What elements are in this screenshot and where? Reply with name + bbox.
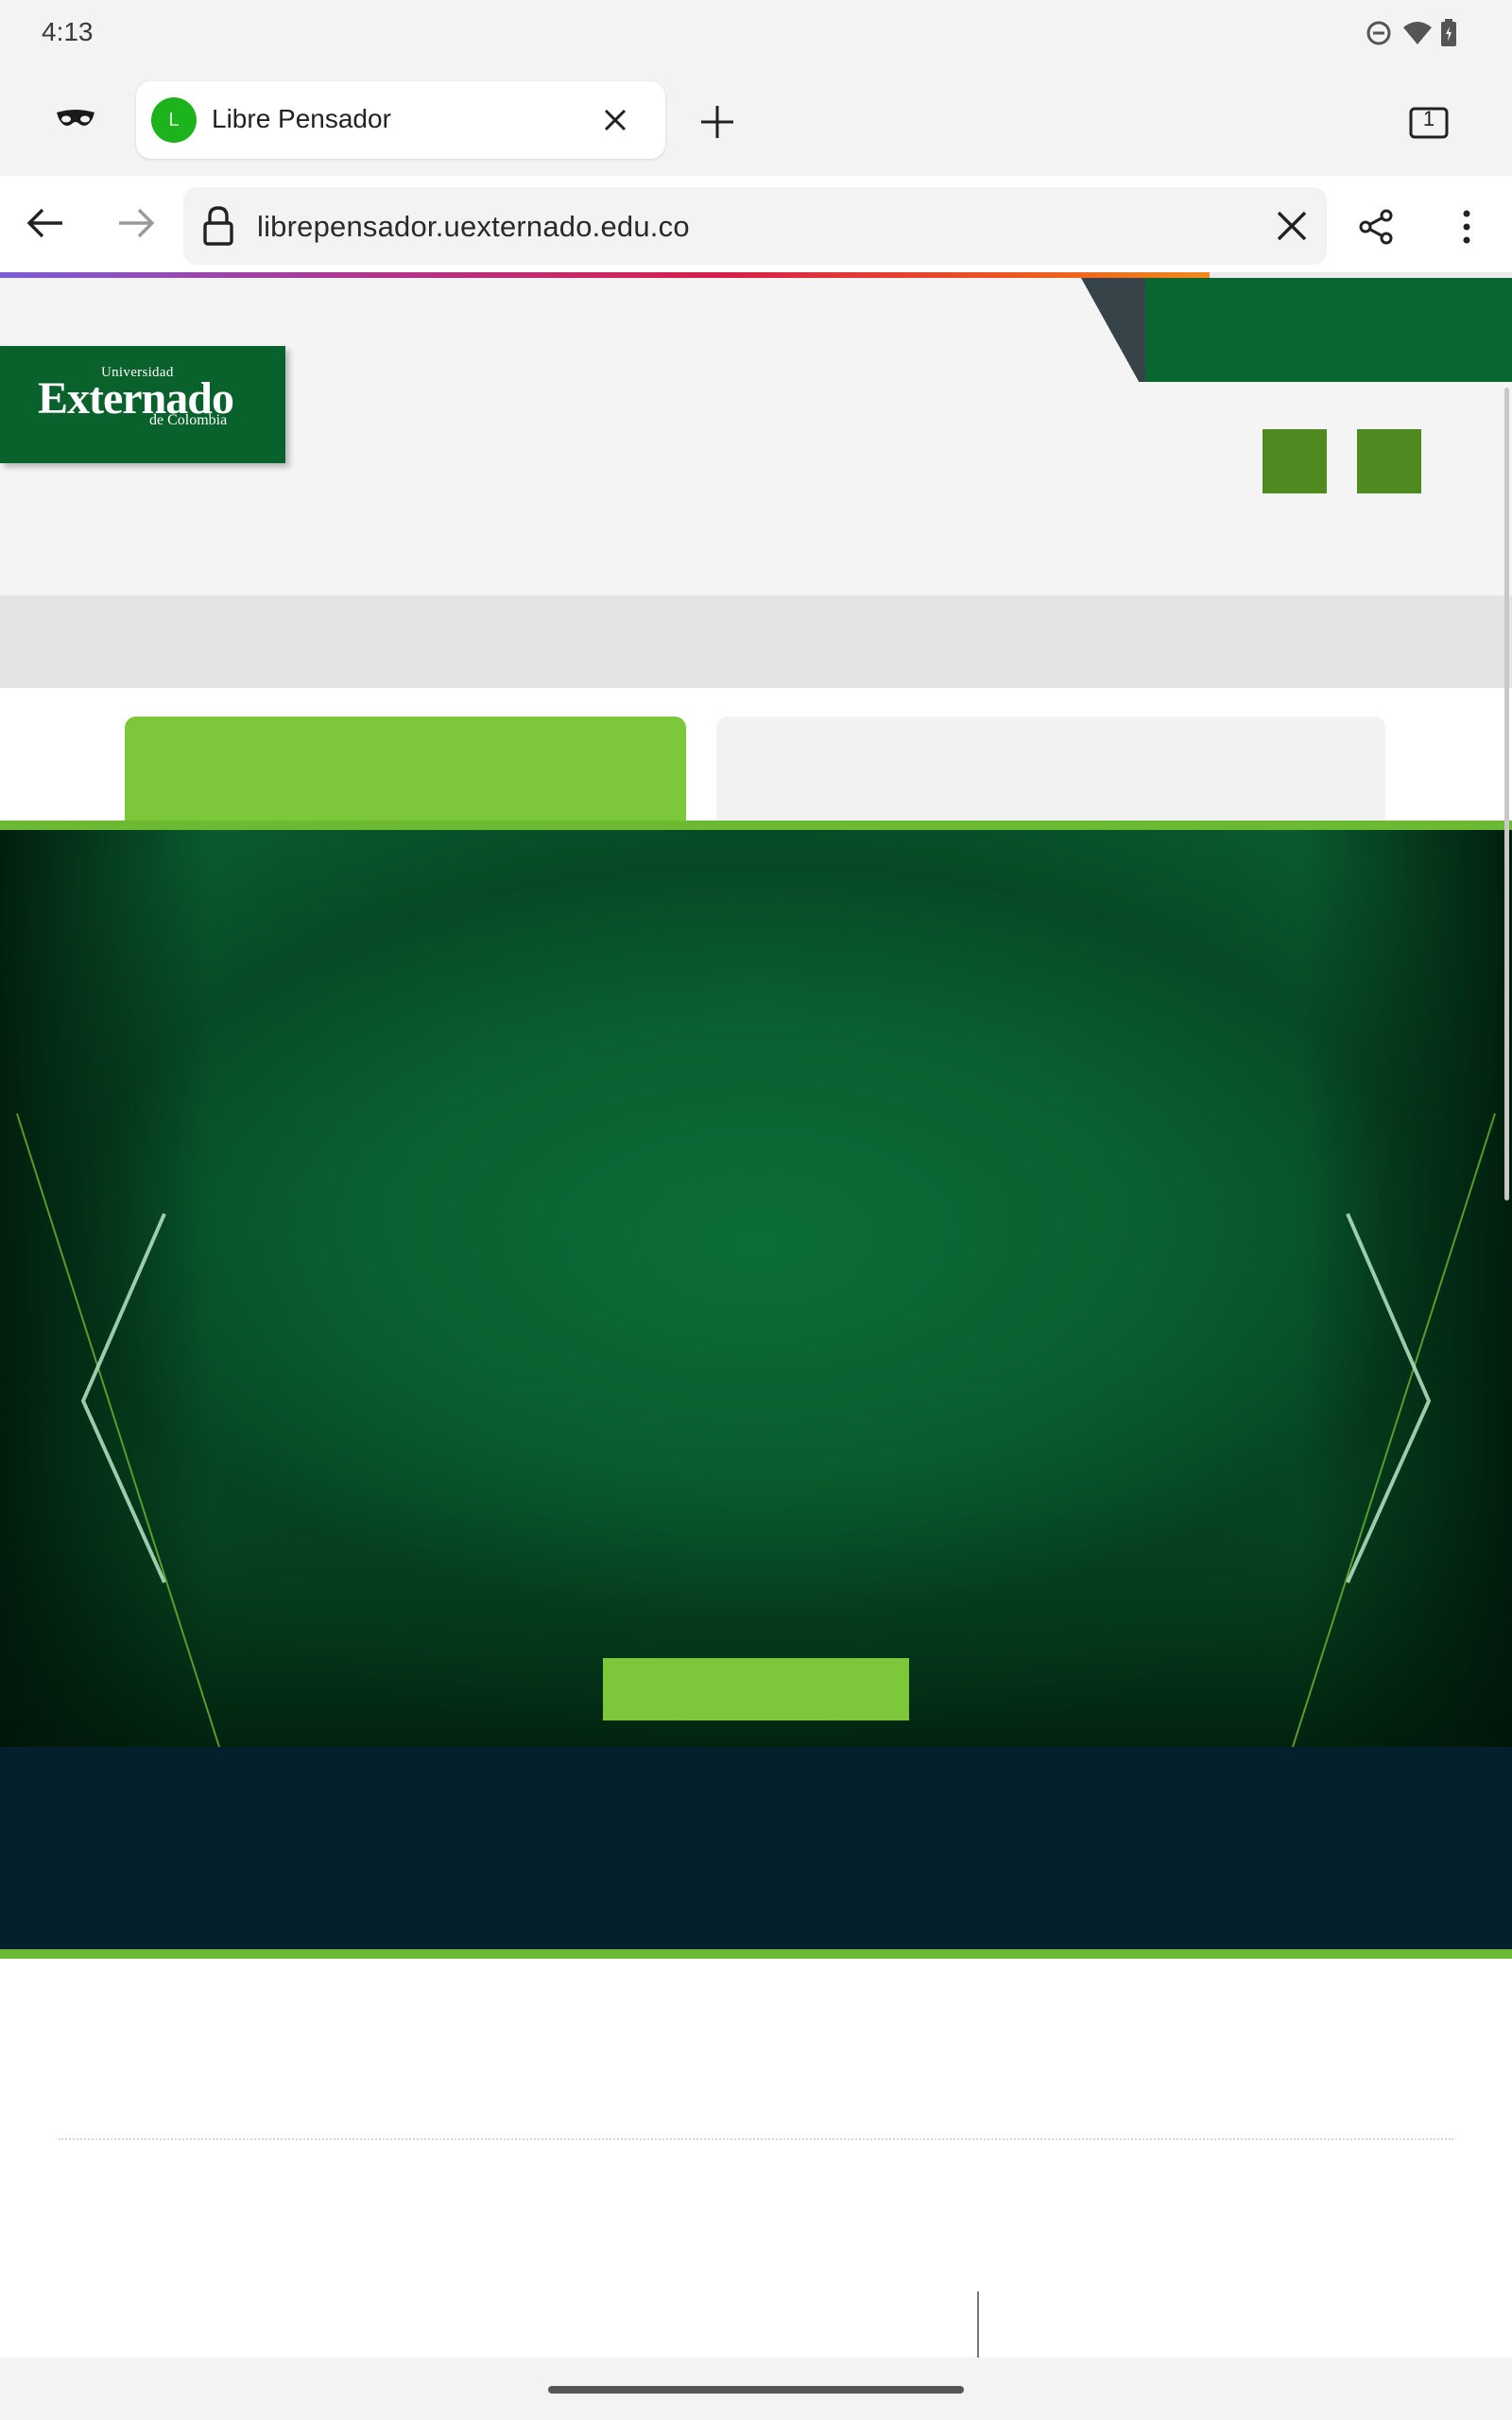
section-tab-active[interactable] xyxy=(125,717,686,826)
lower-content xyxy=(0,1959,1512,2358)
logo-line-3: de Colombia xyxy=(149,412,228,428)
do-not-disturb-icon xyxy=(1365,19,1393,47)
plus-icon[interactable] xyxy=(690,95,745,149)
battery-icon xyxy=(1440,19,1457,47)
header-square-button-2[interactable] xyxy=(1357,429,1421,493)
web-page: Universidad Externado de Colombia xyxy=(0,278,1512,2358)
incognito-icon[interactable] xyxy=(49,95,102,147)
university-logo[interactable]: Universidad Externado de Colombia xyxy=(0,346,285,463)
band-bottom-line xyxy=(0,1949,1512,1959)
forward-arrow-icon[interactable] xyxy=(110,197,163,250)
page-scrollbar[interactable] xyxy=(1504,388,1509,1201)
back-arrow-icon[interactable] xyxy=(19,197,72,250)
hero-decorations xyxy=(16,1113,1496,1747)
header-green-block xyxy=(1145,278,1512,382)
status-bar xyxy=(0,0,1512,68)
inner-scroll-indicator xyxy=(977,2291,979,2358)
section-divider xyxy=(59,2138,1453,2140)
url-bar[interactable]: librepensador.uexternado.edu.co xyxy=(183,187,1327,265)
navigation-strip xyxy=(0,596,1512,688)
section-tab-inactive[interactable] xyxy=(716,717,1385,826)
header-square-button-1[interactable] xyxy=(1263,429,1327,493)
close-icon[interactable] xyxy=(593,98,637,142)
dark-band xyxy=(0,1747,1512,1949)
gesture-handle[interactable] xyxy=(548,2386,964,2394)
active-tab[interactable]: L Libre Pensador xyxy=(136,81,665,159)
clear-icon[interactable] xyxy=(1268,202,1315,250)
tab-count: 1 xyxy=(1422,107,1435,130)
chevron-right-icon[interactable] xyxy=(1342,1212,1436,1590)
status-time: 4:13 xyxy=(42,17,94,46)
tab-switcher-icon[interactable]: 1 xyxy=(1400,95,1457,151)
tab-title: Libre Pensador xyxy=(212,104,391,133)
chevron-left-icon[interactable] xyxy=(76,1212,170,1590)
url-text: librepensador.uexternado.edu.co xyxy=(257,210,690,243)
share-icon[interactable] xyxy=(1349,200,1402,253)
lock-icon[interactable] xyxy=(202,206,240,246)
more-vert-icon[interactable] xyxy=(1440,200,1493,253)
wifi-icon xyxy=(1402,19,1432,47)
hero-cta-button[interactable] xyxy=(603,1658,909,1720)
tab-favicon: L xyxy=(151,97,197,143)
hero-top-line xyxy=(0,821,1512,830)
